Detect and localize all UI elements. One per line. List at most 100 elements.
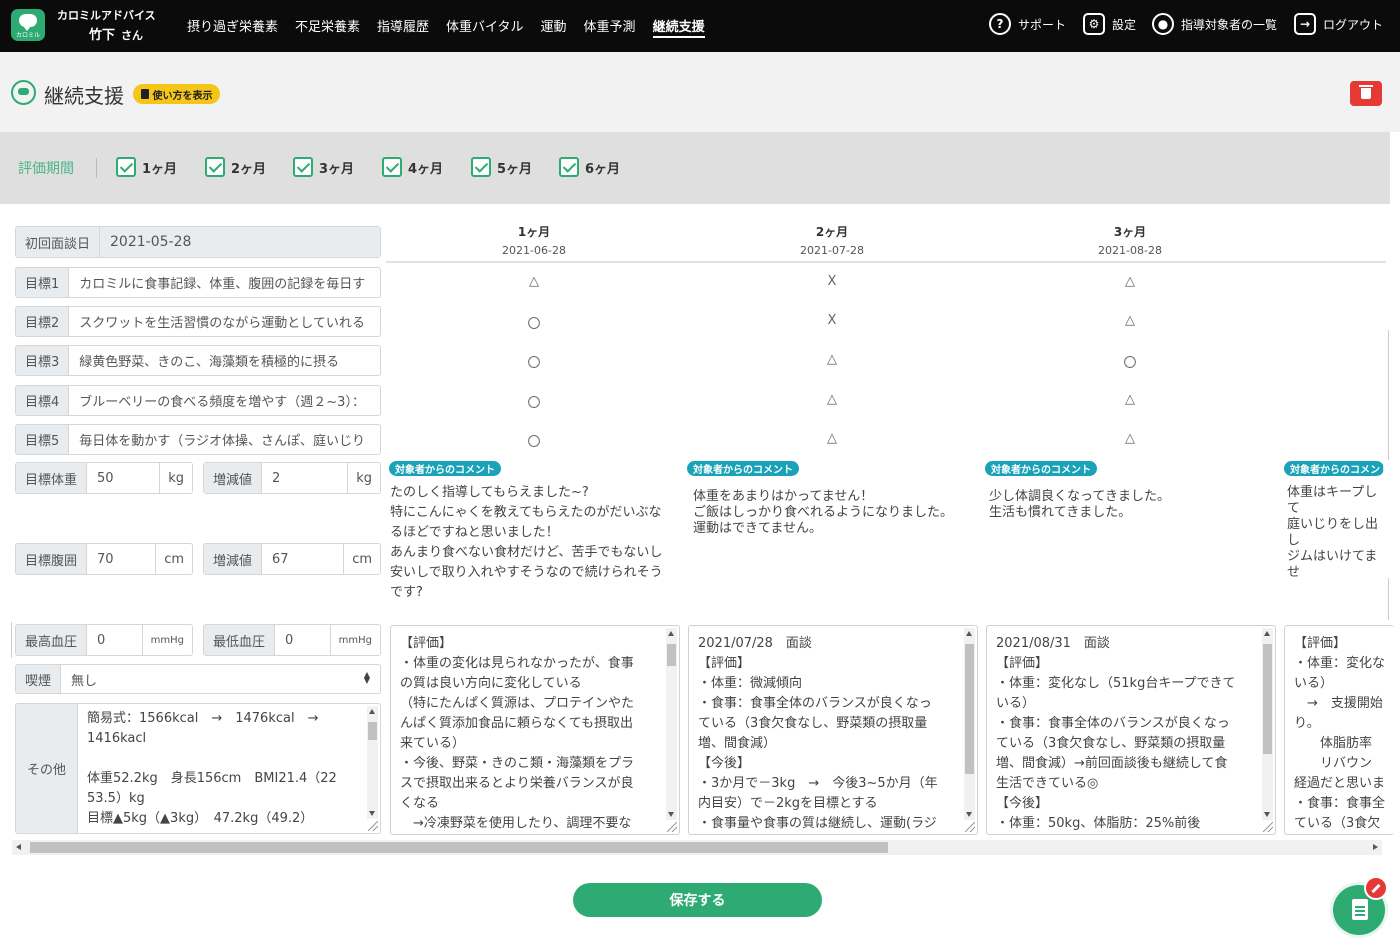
goal-5-input[interactable]: 毎日体を動かす（ラジオ体操、さんぽ、庭いじり — [69, 425, 380, 454]
advisor-note-textarea[interactable]: 2021/07/28 面談 【評価】 ・体重：微減傾向 ・食事：食事全体のバラン… — [688, 625, 978, 835]
howto-button[interactable]: 使い方を表示 — [133, 84, 220, 104]
edge-marker — [1388, 578, 1389, 620]
goal-mark[interactable]: △ — [817, 392, 847, 407]
current-user: 竹下 さん — [89, 24, 143, 43]
goal-mark[interactable]: △ — [519, 274, 549, 289]
goal-4-input[interactable]: ブルーベリーの食べる頻度を増やす（週２~3）： — [69, 386, 380, 415]
weight-change-input[interactable]: 2 — [262, 463, 347, 493]
goal-1-field[interactable]: 目標1 カロミルに食事記録、体重、腹囲の記録を毎日す — [15, 267, 381, 298]
goal-2-input[interactable]: スクワットを生活習慣のながら運動としていれる — [69, 307, 380, 336]
goal-mark[interactable]: △ — [1115, 274, 1145, 289]
client-comment-text: 体重はキープして 庭いじりをし出し ジムはいけてませ — [1287, 485, 1379, 580]
waist-change-input[interactable]: 67 — [262, 544, 343, 574]
client-comment-badge: 対象者からのコメント — [389, 461, 501, 476]
support-link[interactable]: ? サポート — [989, 12, 1066, 36]
smoking-select[interactable]: 喫煙 無し ▲ ▼ — [15, 664, 381, 694]
field-label: 最低血圧 — [204, 625, 276, 655]
logout-link[interactable]: → ログアウト — [1294, 12, 1383, 36]
header-divider — [386, 261, 1386, 263]
goal-mark[interactable]: 〇 — [519, 392, 549, 411]
goal-3-input[interactable]: 緑黄色野菜、きのこ、海藻類を積極的に摂る — [69, 346, 380, 375]
period-checkbox-1[interactable]: 1ヶ月 — [116, 157, 177, 177]
settings-link[interactable]: ⚙ 設定 — [1083, 12, 1136, 36]
period-option-label: 4ヶ月 — [408, 161, 444, 177]
page-title: 継続支援 — [44, 84, 124, 108]
advisor-note-textarea[interactable]: 【評価】 ・体重の変化は見られなかったが、食事 の質は良い方向に変化している （… — [390, 625, 680, 835]
period-checkbox-2[interactable]: 2ヶ月 — [205, 157, 266, 177]
target-weight-input[interactable]: 50 — [87, 463, 159, 493]
field-label: その他 — [16, 704, 78, 833]
advisor-note-textarea[interactable]: 【評価】 ・体重：変化な いる） → 支援開始 り。 体脂肪率 リバウン 経過だ… — [1284, 625, 1394, 835]
goal-mark[interactable]: △ — [817, 352, 847, 367]
scroll-right-icon — [1373, 844, 1378, 850]
goal-mark[interactable]: △ — [817, 431, 847, 446]
vertical-scrollbar[interactable] — [666, 628, 677, 820]
resize-grip-icon[interactable] — [667, 822, 677, 832]
goal-mark[interactable]: △ — [1115, 313, 1145, 328]
nav-item-weight-vitals[interactable]: 体重バイタル — [446, 16, 523, 38]
advisor-note-textarea[interactable]: 2021/08/31 面談 【評価】 ・体重：変化なし（51kg台キープできて … — [986, 625, 1276, 835]
headset-icon: ? — [989, 13, 1011, 35]
goal-4-field[interactable]: 目標4 ブルーベリーの食べる頻度を増やす（週２~3）： — [15, 385, 381, 416]
target-waist-field[interactable]: 目標腹囲 70 cm — [15, 543, 193, 575]
period-checkbox-6[interactable]: 6ヶ月 — [559, 157, 620, 177]
advisor-note-text: 【評価】 ・体重の変化は見られなかったが、食事 の質は良い方向に変化している （… — [400, 636, 635, 831]
resize-grip-icon[interactable] — [1263, 822, 1273, 832]
scroll-thumb[interactable] — [667, 644, 676, 666]
support-label: サポート — [1018, 17, 1067, 32]
scroll-thumb[interactable] — [965, 644, 974, 774]
nav-item-deficient-nutrients[interactable]: 不足栄養素 — [295, 16, 360, 38]
period-option-label: 6ヶ月 — [585, 161, 621, 177]
scroll-thumb[interactable] — [368, 722, 377, 740]
bp-low-field[interactable]: 最低血圧 0 mmHg — [203, 624, 381, 656]
edit-badge[interactable] — [1364, 876, 1388, 900]
period-checkbox-5[interactable]: 5ヶ月 — [471, 157, 532, 177]
nav-item-continuous-support[interactable]: 継続支援 — [652, 16, 705, 38]
goal-mark[interactable]: X — [817, 274, 847, 289]
goal-mark[interactable]: 〇 — [519, 431, 549, 450]
weight-change-field[interactable]: 増減値 2 kg — [203, 462, 381, 494]
resize-grip-icon[interactable] — [368, 821, 378, 831]
nav-item-exercise[interactable]: 運動 — [541, 16, 567, 38]
goal-mark[interactable]: 〇 — [1115, 352, 1145, 371]
goal-mark[interactable]: △ — [1115, 431, 1145, 446]
other-notes-textarea[interactable]: 簡易式：1566kcal → 1476kcal → 1416kacl 体重52.… — [78, 704, 380, 833]
target-waist-input[interactable]: 70 — [87, 544, 155, 574]
scroll-thumb[interactable] — [30, 842, 888, 853]
goal-mark[interactable]: 〇 — [519, 313, 549, 332]
nav-item-weight-forecast[interactable]: 体重予測 — [584, 16, 636, 38]
goal-mark[interactable]: X — [817, 313, 847, 328]
vertical-scrollbar[interactable] — [964, 628, 975, 820]
first-interview-date-field[interactable]: 初回面談日 2021-05-28 — [15, 226, 381, 258]
resize-grip-icon[interactable] — [965, 822, 975, 832]
bp-high-input[interactable]: 0 — [87, 625, 142, 655]
scroll-thumb[interactable] — [1263, 644, 1272, 754]
goal-1-input[interactable]: カロミルに食事記録、体重、腹囲の記録を毎日す — [69, 268, 380, 297]
period-checkbox-3[interactable]: 3ヶ月 — [293, 157, 354, 177]
goal-mark[interactable]: 〇 — [519, 352, 549, 371]
bp-high-field[interactable]: 最高血圧 0 mmHg — [15, 624, 193, 656]
client-list-link[interactable]: ● 指導対象者の一覧 — [1152, 12, 1277, 36]
bp-low-input[interactable]: 0 — [275, 625, 330, 655]
goal-mark[interactable]: △ — [1115, 392, 1145, 407]
nav-item-excess-nutrients[interactable]: 摂り過ぎ栄養素 — [187, 16, 278, 38]
goal-3-field[interactable]: 目標3 緑黄色野菜、きのこ、海藻類を積極的に摂る — [15, 345, 381, 376]
nav-item-guidance-history[interactable]: 指導履歴 — [377, 16, 429, 38]
horizontal-scrollbar[interactable] — [12, 840, 1382, 855]
period-checkbox-4[interactable]: 4ヶ月 — [382, 157, 443, 177]
other-notes-field[interactable]: その他 簡易式：1566kcal → 1476kcal → 1416kacl 体… — [15, 703, 381, 834]
delete-button[interactable] — [1350, 81, 1382, 106]
goal-2-field[interactable]: 目標2 スクワットを生活習慣のながら運動としていれる — [15, 306, 381, 337]
save-button[interactable]: 保存する — [573, 883, 822, 917]
client-comment-badge: 対象者からのコメント — [687, 461, 799, 476]
goal-5-field[interactable]: 目標5 毎日体を動かす（ラジオ体操、さんぽ、庭いじり — [15, 424, 381, 455]
logout-icon: → — [1294, 13, 1316, 35]
client-comment-text: 少し体調良くなってきました。 生活も慣れてきました。 — [989, 489, 1170, 520]
vertical-scrollbar[interactable] — [1262, 628, 1273, 820]
app-logo[interactable]: カロミル — [11, 9, 45, 41]
vertical-scrollbar[interactable] — [367, 706, 378, 819]
target-weight-field[interactable]: 目標体重 50 kg — [15, 462, 193, 494]
waist-change-field[interactable]: 増減値 67 cm — [203, 543, 381, 575]
edge-marker — [1388, 330, 1389, 460]
period-option-label: 2ヶ月 — [231, 161, 267, 177]
